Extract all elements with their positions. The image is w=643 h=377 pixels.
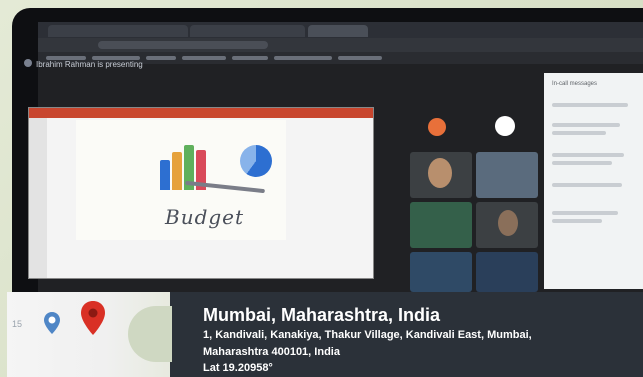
chat-line	[552, 211, 618, 215]
location-pin-icon	[44, 312, 60, 334]
slide-thumbnails	[29, 118, 47, 278]
browser-tab-active[interactable]	[308, 25, 368, 37]
chat-line	[552, 103, 628, 107]
participant-avatar	[495, 116, 515, 136]
bookmark-item[interactable]	[338, 56, 382, 60]
chat-line	[552, 153, 624, 157]
address-line-2: Maharashtra 400101, India	[203, 346, 340, 358]
video-tile[interactable]	[410, 202, 472, 248]
latitude-text: Lat 19.20958°	[203, 362, 273, 374]
slide-bar	[160, 160, 170, 190]
chat-panel: In-call messages	[544, 73, 643, 289]
bookmark-item[interactable]	[274, 56, 332, 60]
video-tile[interactable]	[476, 252, 538, 292]
slide-text: Budget	[165, 205, 245, 229]
chat-line	[552, 161, 612, 165]
browser-tab-bar	[38, 22, 643, 38]
bookmark-item[interactable]	[182, 56, 226, 60]
map-label: 15	[12, 319, 23, 329]
browser-tab[interactable]	[190, 25, 305, 37]
bookmark-item[interactable]	[146, 56, 176, 60]
video-tile[interactable]	[476, 152, 538, 198]
location-title: Mumbai, Maharashtra, India	[203, 305, 441, 325]
presentation-icon	[24, 59, 32, 67]
slide-pie	[240, 145, 272, 177]
chat-panel-title: In-call messages	[552, 81, 598, 87]
bookmark-item[interactable]	[232, 56, 268, 60]
url-field[interactable]	[98, 41, 268, 49]
participant-face	[428, 158, 452, 188]
participant-avatar	[428, 118, 446, 136]
chat-line	[552, 123, 620, 127]
chat-line	[552, 183, 622, 187]
map-marker-icon	[81, 301, 105, 335]
video-tile[interactable]	[410, 252, 472, 292]
slide-ribbon	[29, 108, 373, 118]
participant-face	[498, 210, 518, 236]
slide-bar	[172, 152, 182, 190]
chat-line	[552, 131, 606, 135]
browser-tab[interactable]	[48, 25, 188, 37]
presenting-text: Ibrahim Rahman is presenting	[36, 60, 143, 69]
chat-line	[552, 219, 602, 223]
address-line-1: 1, Kandivali, Kanakiya, Thakur Village, …	[203, 329, 532, 341]
